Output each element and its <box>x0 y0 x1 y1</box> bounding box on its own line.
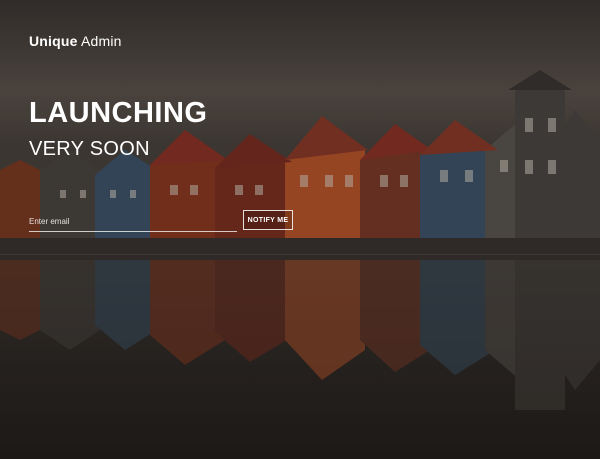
brand-logo[interactable]: Unique Admin <box>29 33 122 49</box>
notify-me-button[interactable]: NOTIFY ME <box>243 210 293 230</box>
brand-light: Admin <box>80 33 122 49</box>
page-subtitle: VERY SOON <box>29 138 150 160</box>
brand-bold: Unique <box>29 33 78 49</box>
page-title: LAUNCHING <box>29 97 208 129</box>
email-input[interactable] <box>29 211 237 232</box>
